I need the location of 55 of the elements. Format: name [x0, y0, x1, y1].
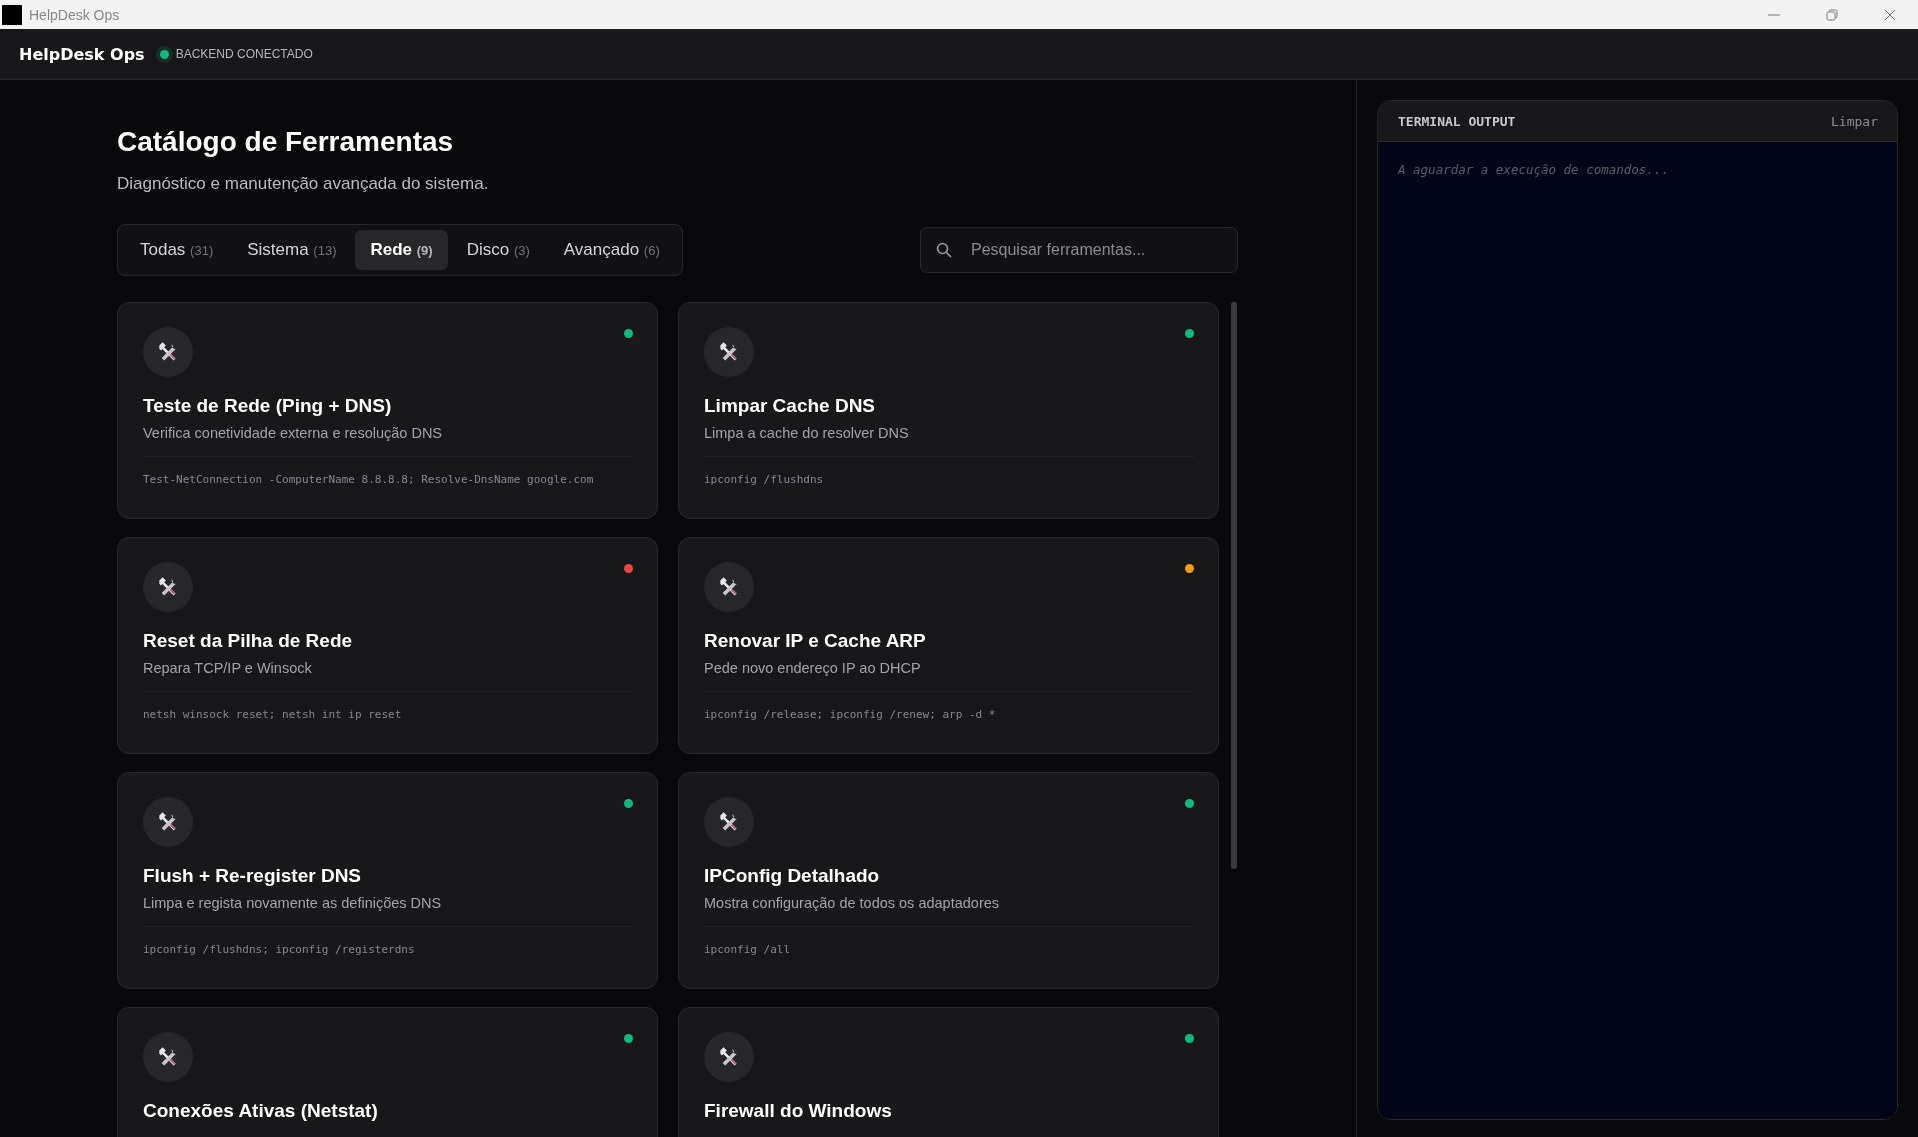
clear-button[interactable]: Limpar: [1831, 113, 1878, 129]
tool-title: IPConfig Detalhado: [704, 865, 881, 888]
tool-title: Flush + Re-register DNS: [143, 865, 363, 888]
tool-command: netsh winsock reset; netsh int ip reset: [143, 708, 403, 722]
tools-icon: [143, 562, 193, 613]
tool-card[interactable]: Teste de Rede (Ping + DNS) Verifica conetividade externa e resolução DNS Test-NetConnection -ComputerName 8.8.8.8; Resolve-DnsName google.com: [117, 302, 658, 520]
tool-title: Renovar IP e Cache ARP: [704, 630, 927, 653]
tool-command: ipconfig /flushdns: [704, 473, 825, 487]
tool-command: ipconfig /all: [704, 943, 792, 957]
tool-title: Firewall do Windows: [704, 1100, 893, 1123]
category-tab[interactable]: Rede (9): [355, 230, 448, 271]
page-title: Catálogo de Ferramentas: [117, 125, 455, 159]
close-icon[interactable]: [1884, 8, 1896, 21]
tool-card[interactable]: Renovar IP e Cache ARP Pede novo endereço IP ao DHCP ipconfig /release; ipconfig /renew; arp -d *: [678, 537, 1219, 755]
category-tab[interactable]: Sistema (13): [232, 230, 352, 271]
tool-command: ipconfig /release; ipconfig /renew; arp -d *: [704, 708, 997, 722]
tool-title: Conexões Ativas (Netstat): [143, 1100, 379, 1123]
tools-icon: [143, 1032, 193, 1083]
tool-command: ipconfig /flushdns; ipconfig /registerdns: [143, 943, 416, 957]
tools-icon: [704, 1032, 754, 1083]
tool-description: Limpa e regista novamente as definições DNS: [143, 895, 633, 928]
tools-icon: [704, 327, 754, 378]
tool-card[interactable]: Limpar Cache DNS Limpa a cache do resolver DNS ipconfig /flushdns: [678, 302, 1219, 520]
terminal-title: TERMINAL OUTPUT: [1398, 113, 1516, 129]
tools-icon: [143, 797, 193, 848]
tool-title: Limpar Cache DNS: [704, 395, 877, 418]
backend-status: BACKEND CONECTADO: [175, 47, 313, 61]
tool-description: Pede novo endereço IP ao DHCP: [704, 660, 1194, 693]
category-tab[interactable]: Disco (3): [451, 230, 545, 271]
tool-description: Verifica conetividade externa e resolução DNS: [143, 425, 633, 458]
app-icon: [2, 4, 22, 25]
search-field[interactable]: Pesquisar ferramentas...: [920, 227, 1238, 274]
category-tab[interactable]: Todas (31): [125, 230, 229, 271]
search-icon: [936, 242, 952, 259]
tool-card[interactable]: Reset da Pilha de Rede Repara TCP/IP e Winsock netsh winsock reset; netsh int ip reset: [117, 537, 658, 755]
tool-card[interactable]: Conexões Ativas (Netstat): [117, 1007, 658, 1137]
minimize-icon[interactable]: [1768, 13, 1780, 16]
tools-icon: [143, 327, 193, 378]
tool-card[interactable]: IPConfig Detalhado Mostra configuração de todos os adaptadores ipconfig /all: [678, 772, 1219, 990]
tools-icon: [704, 562, 754, 613]
tool-card[interactable]: Flush + Re-register DNS Limpa e regista novamente as definições DNS ipconfig /flushdns; ipconfig /registerdns: [117, 772, 658, 990]
app-brand: HelpDesk Ops: [19, 44, 145, 64]
tool-description: Repara TCP/IP e Winsock: [143, 660, 633, 693]
category-tab[interactable]: Avançado (6): [548, 230, 675, 271]
tool-description: Mostra configuração de todos os adaptadores: [704, 895, 1194, 928]
tool-command: Test-NetConnection -ComputerName 8.8.8.8; Resolve-DnsName google.com: [143, 473, 595, 487]
restore-icon[interactable]: [1826, 8, 1838, 21]
tool-description: Limpa a cache do resolver DNS: [704, 425, 1194, 458]
window-title: HelpDesk Ops: [29, 6, 120, 23]
page-subtitle: Diagnóstico e manutenção avançada do sistema.: [117, 174, 490, 195]
tool-card[interactable]: Firewall do Windows: [678, 1007, 1219, 1137]
tool-title: Reset da Pilha de Rede: [143, 630, 354, 653]
scrollbar[interactable]: [1231, 302, 1237, 870]
tools-icon: [704, 797, 754, 848]
tool-title: Teste de Rede (Ping + DNS): [143, 395, 393, 418]
